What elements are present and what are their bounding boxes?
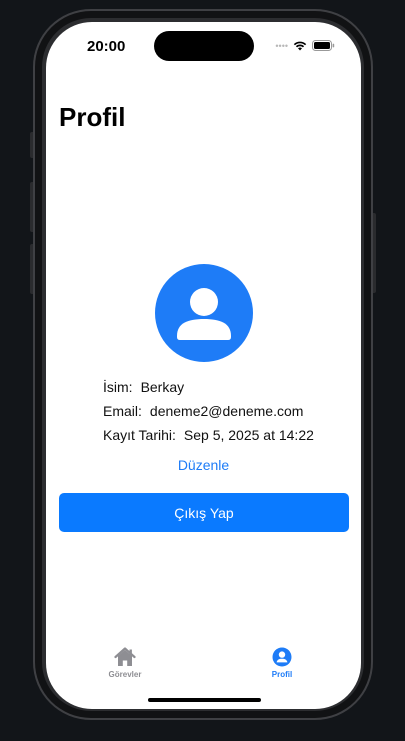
tab-profil-label: Profil bbox=[271, 670, 293, 679]
house-icon bbox=[114, 647, 136, 666]
wifi-icon bbox=[293, 41, 307, 51]
registration-date-value: Sep 5, 2025 at 14:22 bbox=[183, 427, 314, 443]
tab-gorevler-label: Görevler bbox=[108, 670, 142, 679]
avatar bbox=[155, 264, 253, 362]
battery-icon bbox=[312, 40, 335, 51]
email-value: deneme2@deneme.com bbox=[149, 403, 304, 419]
name-label: İsim: bbox=[103, 379, 133, 395]
edit-profile-button[interactable]: Düzenle bbox=[46, 457, 361, 473]
tab-profil[interactable]: Profil bbox=[242, 647, 322, 679]
phone-screen: 20:00 •••• Profil İsim: Berkay Email: dene… bbox=[46, 22, 361, 709]
status-time: 20:00 bbox=[87, 38, 126, 55]
email-label: Email: bbox=[103, 403, 142, 419]
name-value: Berkay bbox=[140, 379, 185, 395]
person-circle-icon bbox=[177, 288, 231, 340]
status-icons: •••• bbox=[275, 40, 335, 51]
name-row: İsim: Berkay bbox=[103, 379, 184, 395]
tab-gorevler[interactable]: Görevler bbox=[85, 647, 165, 679]
page-title: Profil bbox=[59, 102, 126, 132]
logout-button[interactable]: Çıkış Yap bbox=[59, 493, 349, 532]
dynamic-island bbox=[154, 31, 254, 61]
signal-dots-icon: •••• bbox=[275, 40, 288, 51]
home-indicator bbox=[148, 698, 261, 702]
registration-date-row: Kayıt Tarihi: Sep 5, 2025 at 14:22 bbox=[103, 427, 314, 443]
person-circle-icon bbox=[272, 647, 292, 667]
registration-date-label: Kayıt Tarihi: bbox=[103, 427, 176, 443]
email-row: Email: deneme2@deneme.com bbox=[103, 403, 303, 419]
